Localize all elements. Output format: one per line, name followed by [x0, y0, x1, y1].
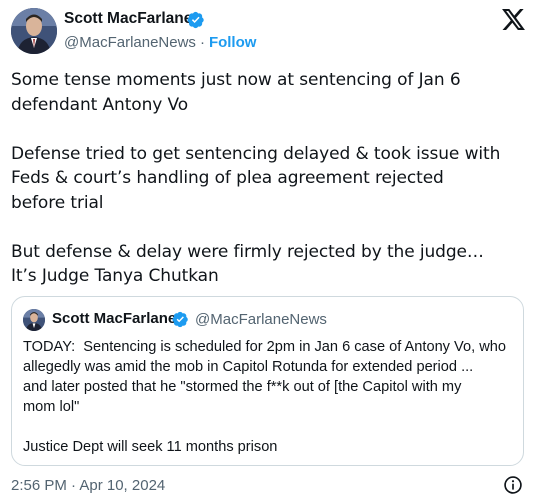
author-handle[interactable]: @MacFarlaneNews	[64, 34, 196, 51]
quoted-author-name: Scott MacFarlane	[52, 310, 177, 327]
embedded-tweet: Scott MacFarlane @MacFarlaneNews · Follow …	[0, 0, 540, 502]
author-name[interactable]: Scott MacFarlane	[64, 10, 192, 28]
author-avatar[interactable]	[11, 8, 57, 54]
x-logo-icon[interactable]	[502, 9, 525, 30]
quoted-author-avatar	[23, 309, 45, 331]
author-handle-row: @MacFarlaneNews · Follow	[64, 34, 256, 51]
verified-badge-icon	[187, 11, 204, 29]
follow-button[interactable]: Follow	[209, 34, 257, 51]
quoted-tweet-text: TODAY: Sentencing is scheduled for 2pm i…	[23, 339, 506, 455]
tweet-text: Some tense moments just now at sentencin…	[11, 70, 501, 286]
separator-dot: ·	[199, 34, 205, 51]
quoted-tweet-card[interactable]: Scott MacFarlane @MacFarlaneNews TODAY: …	[11, 296, 524, 466]
info-icon[interactable]	[503, 475, 523, 495]
tweet-timestamp[interactable]: 2:56 PM · Apr 10, 2024	[11, 477, 165, 494]
verified-badge-icon	[172, 311, 188, 328]
quoted-author-handle: @MacFarlaneNews	[195, 311, 327, 328]
